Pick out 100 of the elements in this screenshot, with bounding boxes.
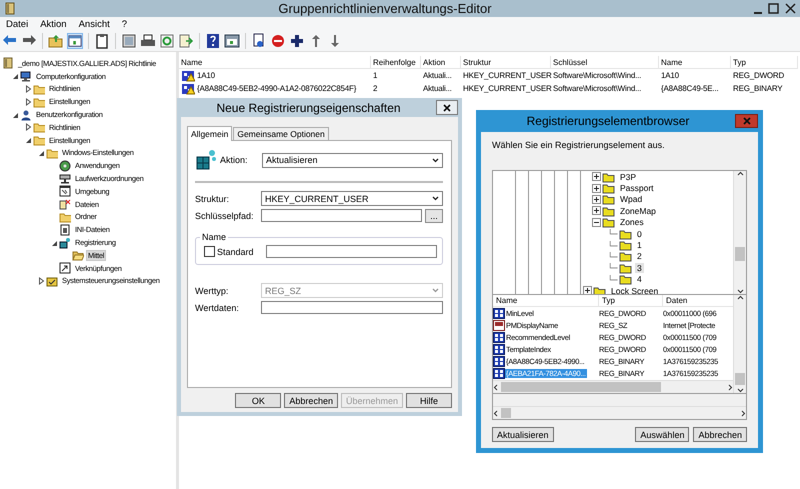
folder-icon — [619, 239, 632, 252]
expanded-arrow-icon[interactable] — [11, 110, 20, 119]
folder-icon — [619, 250, 632, 262]
dropdown-caret-icon — [432, 158, 439, 162]
folder-up-icon — [48, 33, 64, 49]
menu-item[interactable]: Datei — [6, 18, 28, 30]
tree-item[interactable]: Wpad — [618, 194, 644, 204]
scrollbar-thumb[interactable] — [501, 382, 661, 392]
toolbar-button[interactable] — [224, 33, 240, 49]
close-button[interactable] — [436, 100, 458, 115]
toolbar-button[interactable] — [289, 33, 305, 49]
expand-box-icon[interactable] — [592, 194, 601, 204]
folder-icon — [593, 284, 606, 294]
dialog-button[interactable]: OK — [235, 393, 282, 408]
tree-item[interactable]: 1 — [635, 240, 644, 250]
dialog-button[interactable]: Abbrechen — [693, 427, 747, 442]
expanded-arrow-icon[interactable] — [11, 72, 20, 80]
expanded-arrow-icon[interactable] — [50, 238, 59, 247]
field-label: Schlüsselpfad: — [195, 210, 255, 220]
dialog-button[interactable]: Abbrechen — [284, 393, 338, 408]
window-icon — [59, 185, 71, 198]
dropdown-caret-icon — [432, 288, 439, 293]
tab[interactable]: Gemeinsame Optionen — [233, 127, 329, 140]
tree-item[interactable]: Lock Screen — [609, 286, 660, 294]
hive-dropdown[interactable]: HKEY_CURRENT_USER — [261, 191, 443, 206]
dialog-button[interactable]: Auswählen — [635, 427, 690, 442]
folder-icon — [602, 193, 615, 206]
horizontal-scrollbar[interactable] — [493, 406, 746, 419]
field-label: Struktur: — [195, 194, 230, 204]
key-path-field[interactable] — [261, 209, 422, 222]
vertical-scrollbar[interactable] — [733, 295, 746, 393]
browse-button[interactable]: ... — [425, 208, 443, 222]
tree-item[interactable]: 3 — [635, 262, 644, 273]
tree-item[interactable]: Zones — [618, 217, 646, 228]
expand-box-icon[interactable] — [592, 206, 601, 216]
toolbar-button[interactable] — [94, 33, 110, 49]
name-field[interactable] — [266, 245, 437, 258]
column-header[interactable]: Name — [659, 56, 731, 69]
menu-item[interactable]: Aktion — [40, 18, 67, 30]
tab[interactable]: Allgemein — [187, 126, 232, 141]
cubes-icon — [59, 236, 71, 249]
column-header[interactable]: Aktion — [421, 56, 461, 69]
toolbar-button[interactable] — [205, 33, 221, 49]
column-header[interactable]: Struktur — [461, 56, 551, 69]
tree-item[interactable]: 2 — [635, 251, 644, 262]
table-cell-text: Aktuali... — [422, 83, 453, 95]
column-header[interactable]: Reihenfolge — [371, 56, 421, 69]
toolbar-button[interactable] — [140, 33, 156, 49]
horizontal-scrollbar[interactable] — [493, 380, 733, 393]
expanded-arrow-icon[interactable] — [37, 148, 46, 157]
folder-icon — [59, 210, 71, 223]
tree-item[interactable]: 0 — [635, 228, 644, 239]
action-dropdown[interactable]: Aktualisieren — [262, 152, 443, 168]
scrollbar-thumb[interactable] — [501, 408, 511, 418]
column-header[interactable]: Name — [493, 295, 599, 307]
collapse-box-icon[interactable] — [592, 218, 601, 227]
table-cell-text: Software\Microsoft\Wind... — [552, 83, 642, 95]
tree-item[interactable]: 4 — [635, 274, 644, 284]
table-cell-text: 1 — [372, 70, 378, 82]
folder-icon — [46, 146, 58, 159]
folder-icon — [33, 96, 45, 108]
collapsed-arrow-icon[interactable] — [24, 123, 33, 132]
expand-box-icon[interactable] — [592, 172, 601, 182]
column-header[interactable]: Name — [179, 56, 371, 69]
expanded-arrow-icon[interactable] — [24, 136, 33, 144]
dialog-button[interactable]: Aktualisieren — [492, 427, 554, 442]
table-cell-text: HKEY_CURRENT_USER — [462, 70, 551, 82]
folder-icon — [602, 171, 615, 183]
collapsed-arrow-icon[interactable] — [37, 276, 46, 285]
folder-icon — [602, 216, 615, 228]
collapsed-arrow-icon[interactable] — [24, 84, 33, 93]
scrollbar-thumb[interactable] — [735, 373, 745, 386]
shortcut-icon — [59, 262, 71, 274]
table-cell-text: Aktuali... — [422, 70, 453, 82]
expand-box-icon[interactable] — [583, 286, 592, 294]
scrollbar-thumb[interactable] — [735, 247, 745, 262]
table-cell-text: REG_DWORD — [732, 70, 786, 82]
tree-item[interactable]: ZoneMap — [618, 206, 658, 216]
field-label: Aktion: — [220, 155, 249, 165]
toolbar-button[interactable] — [121, 33, 137, 49]
vertical-scrollbar[interactable] — [733, 171, 746, 294]
cubes-icon — [195, 149, 217, 171]
tree-item[interactable]: P3P — [618, 172, 638, 182]
menu-item[interactable]: Ansicht — [78, 18, 110, 30]
checkbox[interactable]: Standard — [204, 246, 266, 257]
collapsed-arrow-icon[interactable] — [24, 98, 33, 106]
expand-box-icon[interactable] — [592, 184, 601, 193]
column-header[interactable]: Typ — [599, 295, 663, 307]
column-header[interactable]: Typ — [731, 56, 798, 69]
column-header[interactable]: Schlüssel — [551, 56, 659, 69]
value-data-field[interactable] — [261, 301, 443, 314]
tree-item[interactable]: Passport — [618, 183, 656, 194]
scroll-right-icon — [741, 410, 746, 416]
menu-item[interactable]: ? — [122, 18, 128, 30]
dialog-button[interactable]: Hilfe — [406, 393, 452, 408]
table-cell-text: REG_BINARY — [732, 83, 784, 95]
toolbar-button[interactable] — [67, 33, 83, 49]
scroll-left-icon — [493, 410, 498, 416]
dropdown-caret-icon — [432, 196, 439, 201]
files-icon — [59, 198, 71, 210]
